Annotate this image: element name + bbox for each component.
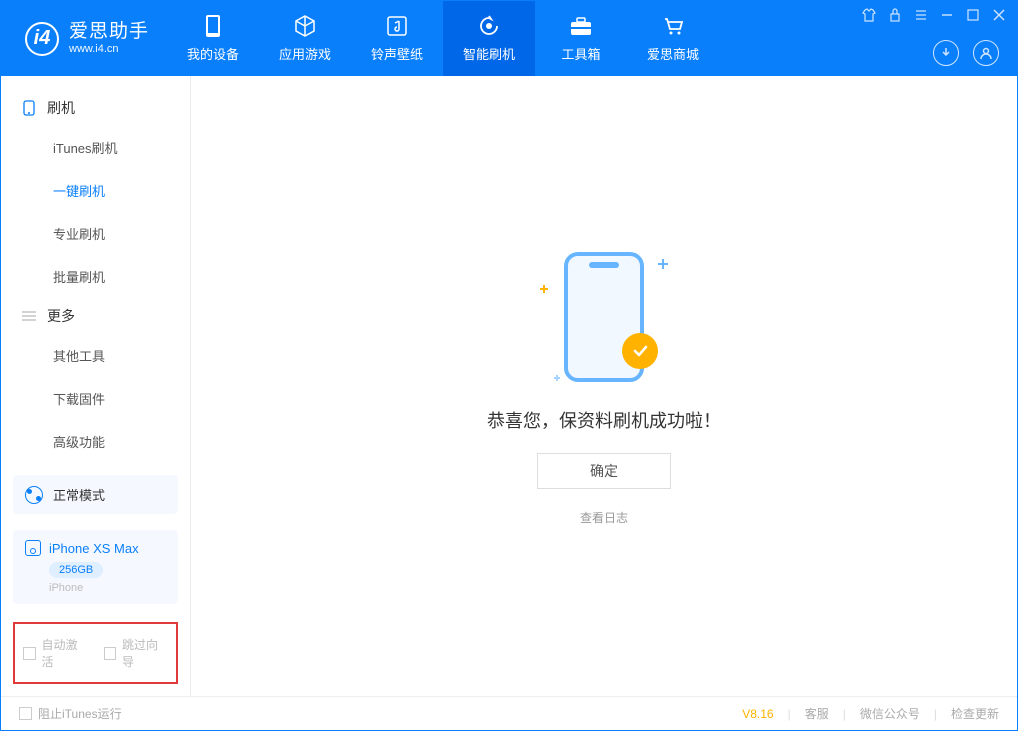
sidebar-category-more: 更多	[1, 298, 190, 334]
cart-icon	[661, 14, 685, 38]
lock-icon[interactable]	[887, 7, 903, 23]
shirt-icon[interactable]	[861, 7, 877, 23]
sidebar: 刷机 iTunes刷机 一键刷机 专业刷机 批量刷机 更多 其他工具 下载固件 …	[1, 76, 191, 696]
tab-apps-games[interactable]: 应用游戏	[259, 1, 351, 76]
minimize-button[interactable]	[939, 7, 955, 23]
sidebar-item-batch-flash[interactable]: 批量刷机	[1, 255, 190, 298]
sparkle-icon	[658, 259, 668, 269]
window-controls	[861, 7, 1007, 23]
phone-icon	[21, 100, 37, 116]
cube-icon	[293, 14, 317, 38]
flash-options-highlighted: 自动激活 跳过向导	[13, 622, 178, 684]
checkbox-icon	[19, 707, 32, 720]
menu-lines-icon[interactable]	[913, 7, 929, 23]
device-name: iPhone XS Max	[49, 541, 139, 556]
mode-box[interactable]: 正常模式	[13, 475, 178, 514]
sparkle-icon	[540, 285, 548, 293]
mode-label: 正常模式	[53, 485, 105, 504]
footer-link-support[interactable]: 客服	[805, 705, 829, 722]
sidebar-item-other-tools[interactable]: 其他工具	[1, 334, 190, 377]
footer-bar: 阻止iTunes运行 V8.16 | 客服 | 微信公众号 | 检查更新	[1, 696, 1017, 730]
checkbox-icon	[104, 647, 117, 660]
tab-ringtone-wallpaper[interactable]: 铃声壁纸	[351, 1, 443, 76]
refresh-icon	[477, 14, 501, 38]
app-name: 爱思助手	[69, 22, 149, 43]
device-phone-icon	[25, 540, 41, 556]
tab-my-device[interactable]: 我的设备	[167, 1, 259, 76]
view-log-link[interactable]: 查看日志	[580, 509, 628, 526]
toolbox-icon	[569, 14, 593, 38]
nav-tabs: 我的设备 应用游戏 铃声壁纸 智能刷机	[167, 1, 719, 76]
success-message: 恭喜您，保资料刷机成功啦！	[487, 407, 721, 433]
device-storage-badge: 256GB	[49, 562, 103, 578]
device-type: iPhone	[49, 582, 166, 594]
app-window: i4 爱思助手 www.i4.cn 我的设备 应用游戏	[0, 0, 1018, 731]
sidebar-item-oneclick-flash[interactable]: 一键刷机	[1, 169, 190, 212]
main-content: 恭喜您，保资料刷机成功啦！ 确定 查看日志	[191, 76, 1017, 696]
sidebar-category-flash: 刷机	[1, 90, 190, 126]
sidebar-item-itunes-flash[interactable]: iTunes刷机	[1, 126, 190, 169]
device-box[interactable]: iPhone XS Max 256GB iPhone	[13, 530, 178, 604]
footer-link-check-update[interactable]: 检查更新	[951, 705, 999, 722]
device-icon	[204, 14, 222, 38]
account-icons	[933, 40, 999, 66]
music-icon	[386, 14, 408, 38]
user-icon[interactable]	[973, 40, 999, 66]
confirm-button[interactable]: 确定	[537, 453, 671, 489]
body: 刷机 iTunes刷机 一键刷机 专业刷机 批量刷机 更多 其他工具 下载固件 …	[1, 76, 1017, 696]
success-illustration	[534, 247, 674, 387]
sparkle-icon	[554, 375, 560, 381]
checkbox-auto-activate[interactable]: 自动激活	[23, 636, 88, 670]
tab-store[interactable]: 爱思商城	[627, 1, 719, 76]
sidebar-item-advanced[interactable]: 高级功能	[1, 420, 190, 463]
tab-smart-flash[interactable]: 智能刷机	[443, 1, 535, 76]
sidebar-item-download-firmware[interactable]: 下载固件	[1, 377, 190, 420]
version-label: V8.16	[742, 707, 773, 721]
footer-link-wechat[interactable]: 微信公众号	[860, 705, 920, 722]
sidebar-item-pro-flash[interactable]: 专业刷机	[1, 212, 190, 255]
tab-toolbox[interactable]: 工具箱	[535, 1, 627, 76]
logo-icon: i4	[25, 22, 59, 56]
close-button[interactable]	[991, 7, 1007, 23]
checkmark-badge-icon	[622, 333, 658, 369]
header-bar: i4 爱思助手 www.i4.cn 我的设备 应用游戏	[1, 1, 1017, 76]
checkbox-skip-guide[interactable]: 跳过向导	[104, 636, 169, 670]
app-logo[interactable]: i4 爱思助手 www.i4.cn	[1, 22, 167, 56]
maximize-button[interactable]	[965, 7, 981, 23]
mode-icon	[25, 486, 43, 504]
app-url: www.i4.cn	[69, 43, 149, 55]
checkbox-block-itunes[interactable]: 阻止iTunes运行	[19, 705, 122, 722]
menu-icon	[21, 308, 37, 324]
checkbox-icon	[23, 647, 36, 660]
download-icon[interactable]	[933, 40, 959, 66]
